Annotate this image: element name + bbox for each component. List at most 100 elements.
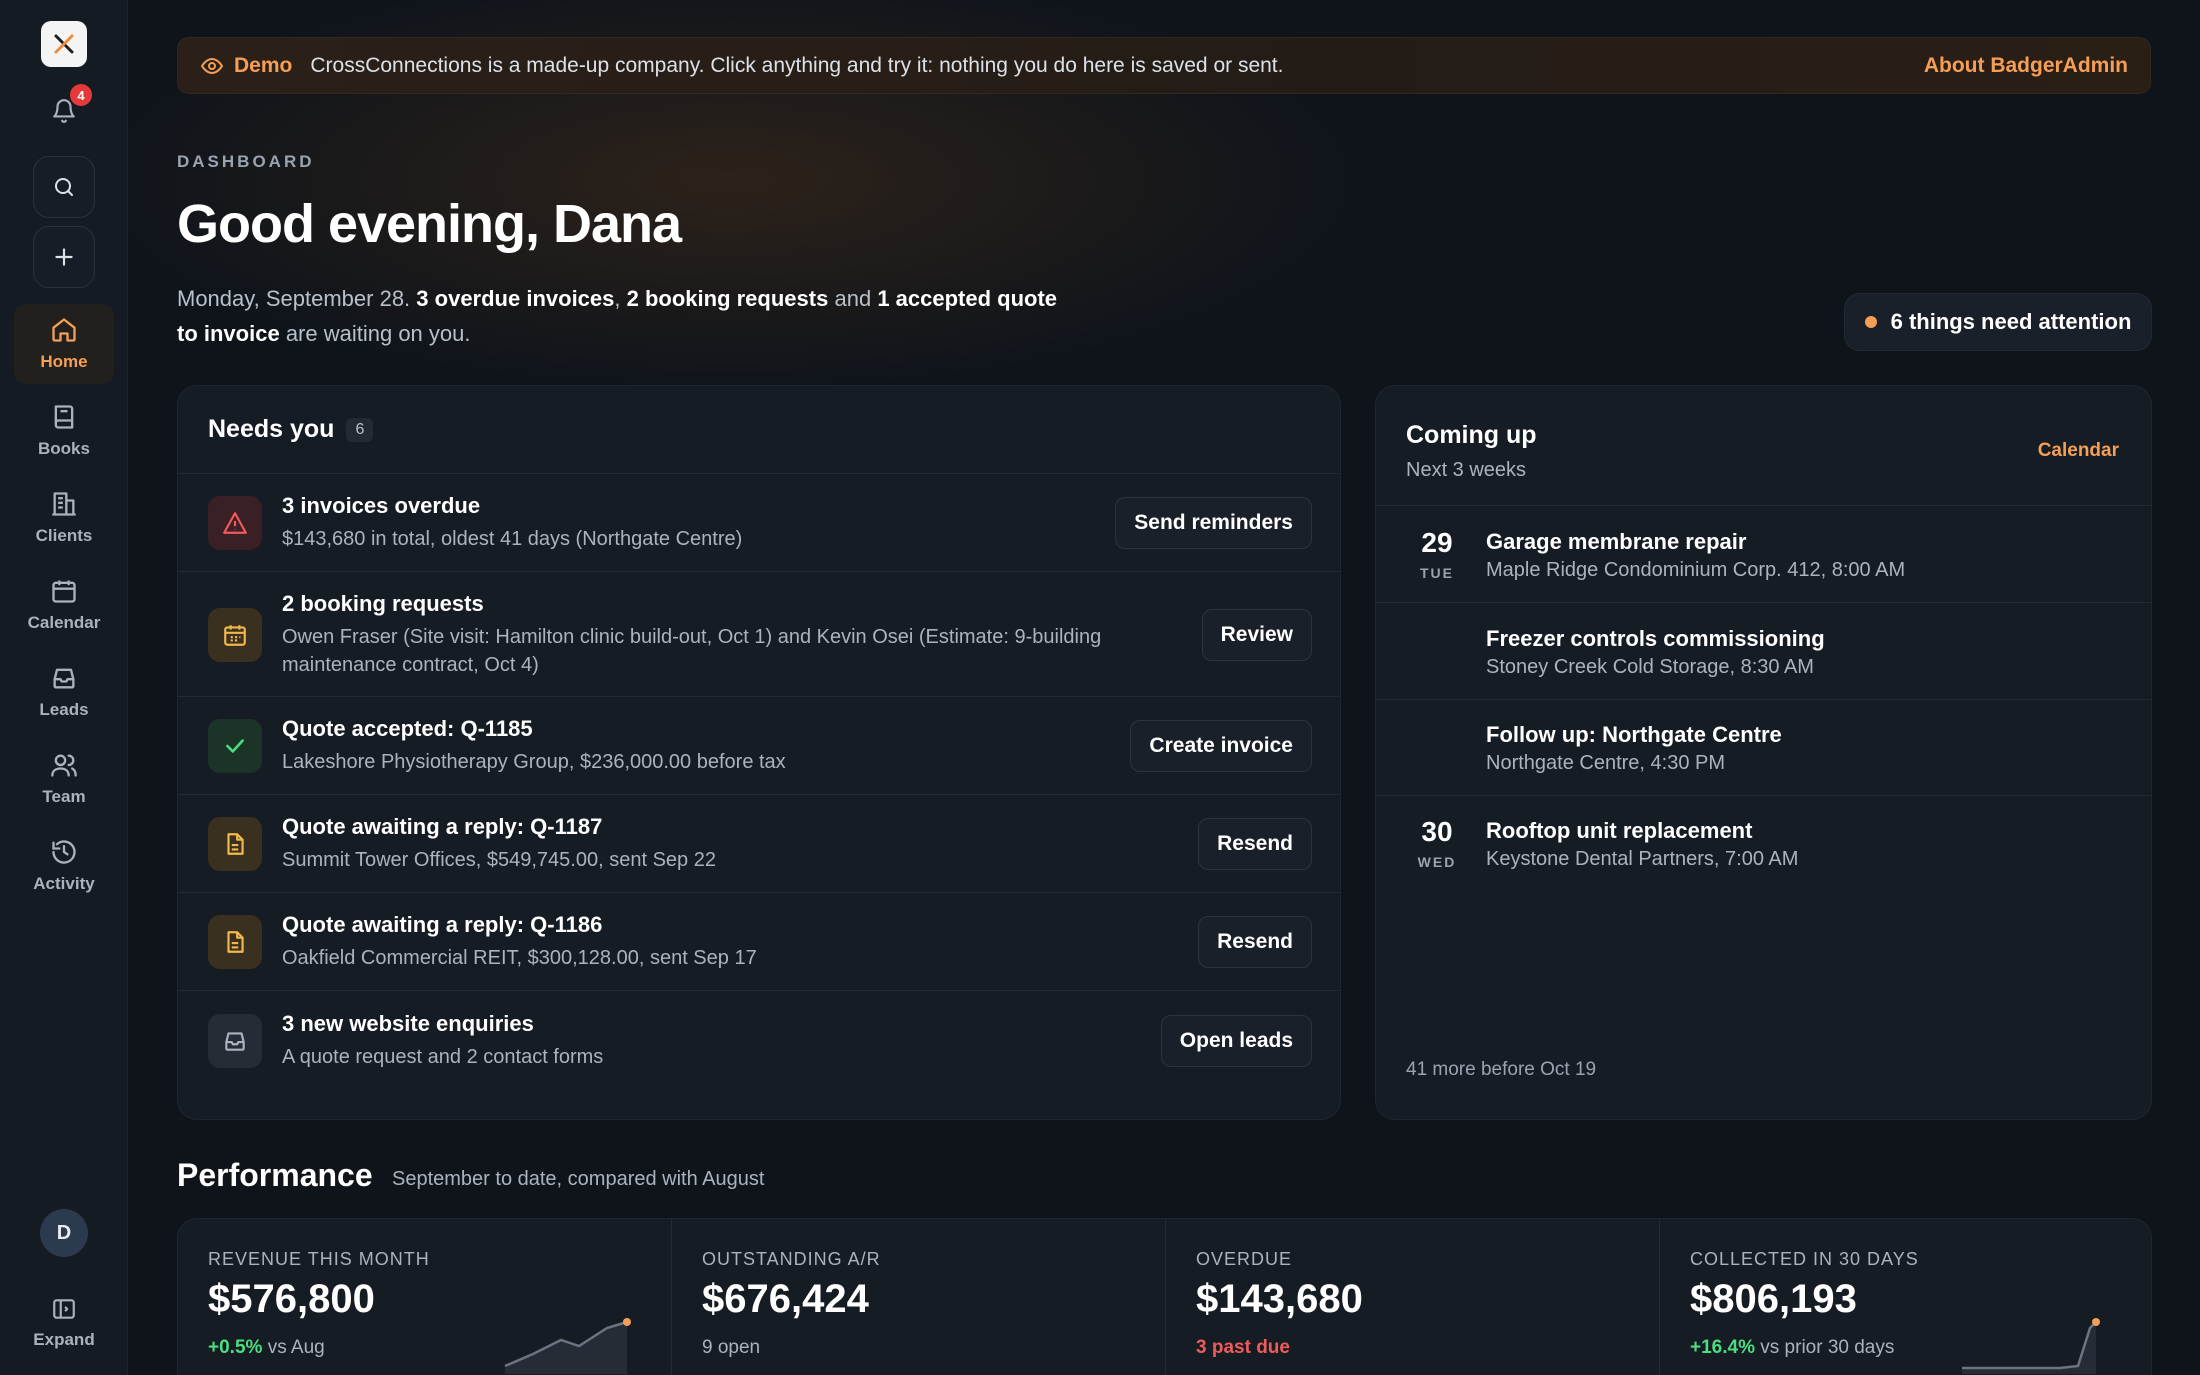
- event-title: Garage membrane repair: [1486, 529, 1747, 554]
- sidebar-item-label: Team: [42, 787, 86, 806]
- item-title: 3 new website enquiries: [282, 1010, 534, 1036]
- kpi-collected[interactable]: COLLECTED IN 30 DAYS $806,193 +16.4% vs …: [1660, 1219, 2151, 1375]
- kpi-overdue[interactable]: OVERDUE $143,680 3 past due: [1166, 1219, 1660, 1375]
- kpi-delta: +16.4%: [1690, 1337, 1755, 1358]
- sidebar-item-books[interactable]: Books: [14, 391, 114, 471]
- avatar[interactable]: D: [40, 1209, 88, 1257]
- summary-date: Monday, September 28.: [177, 286, 411, 311]
- home-icon: [52, 318, 76, 342]
- search-icon: [55, 178, 73, 196]
- kpi-value: $806,193: [1690, 1277, 1857, 1321]
- calendar-link[interactable]: Calendar: [2038, 440, 2119, 462]
- summary-text: Monday, September 28. 3 overdue invoices…: [177, 286, 1058, 346]
- kpi-outstanding[interactable]: OUTSTANDING A/R $676,424 9 open: [672, 1219, 1166, 1375]
- alert-icon: [208, 496, 262, 550]
- coming-up-title: Coming up: [1406, 421, 1537, 449]
- item-title: Quote awaiting a reply: Q-1186: [282, 912, 603, 937]
- sidebar-item-team[interactable]: Team: [14, 739, 114, 819]
- event-date: 29 TUE: [1406, 527, 1468, 581]
- item-title: Quote accepted: Q-1185: [282, 716, 533, 741]
- event-item[interactable]: Follow up: Northgate Centre Northgate Ce…: [1376, 700, 2151, 796]
- event-date: 30 WED: [1406, 816, 1468, 870]
- kpi-footer: +16.4% vs prior 30 days: [1690, 1337, 1894, 1359]
- needs-you-card: Needs you 6 3 invoices overdue $143,680 …: [177, 385, 1341, 1120]
- event-weekday: TUE: [1420, 565, 1454, 581]
- attention-label: 6 things need attention: [1890, 309, 2132, 334]
- resend-button[interactable]: Resend: [1198, 916, 1312, 968]
- kpi-value: $143,680: [1196, 1277, 1363, 1321]
- kpi-revenue[interactable]: REVENUE THIS MONTH $576,800 +0.5% vs Aug: [178, 1219, 672, 1375]
- event-item[interactable]: Freezer controls commissioning Stoney Cr…: [1376, 604, 2151, 700]
- sidebar-item-clients[interactable]: Clients: [14, 478, 114, 558]
- more-events-link[interactable]: 41 more before Oct 19: [1406, 1059, 1596, 1081]
- open-leads-button[interactable]: Open leads: [1160, 1014, 1312, 1067]
- document-icon: [208, 817, 262, 871]
- item-subtitle: Oakfield Commercial REIT, $300,128.00, s…: [282, 947, 757, 969]
- event-subtitle: Stoney Creek Cold Storage, 8:30 AM: [1486, 656, 1814, 678]
- kpi-footer: 9 open: [702, 1337, 760, 1359]
- event-subtitle: Maple Ridge Condominium Corp. 412, 8:00 …: [1486, 559, 1906, 581]
- page-eyebrow: DASHBOARD: [177, 152, 315, 171]
- item-subtitle: A quote request and 2 contact forms: [282, 1045, 604, 1068]
- document-icon: [208, 915, 262, 969]
- sidebar-item-home[interactable]: Home: [14, 304, 114, 384]
- sidebar-item-label: Calendar: [27, 613, 101, 632]
- sidebar-item-activity[interactable]: Activity: [14, 826, 114, 906]
- event-item[interactable]: 29 TUE Garage membrane repair Maple Ridg…: [1376, 507, 2151, 603]
- inbox-icon: [208, 1013, 262, 1068]
- event-item[interactable]: 30 WED Rooftop unit replacement Keystone…: [1376, 796, 2151, 892]
- history-icon: [52, 840, 76, 864]
- event-subtitle: Northgate Centre, 4:30 PM: [1486, 752, 1726, 774]
- summary-bookings: 2 booking requests: [626, 286, 829, 311]
- needs-you-count: 6: [346, 417, 374, 442]
- kpi-footnote: vs Aug: [267, 1337, 325, 1358]
- calendar-icon: [208, 607, 262, 662]
- list-item: 2 booking requests Owen Fraser (Site vis…: [178, 573, 1340, 697]
- attention-dot: [1864, 316, 1877, 328]
- kpi-value: $576,800: [208, 1277, 375, 1321]
- performance-card: REVENUE THIS MONTH $576,800 +0.5% vs Aug…: [177, 1218, 2152, 1375]
- list-item: Quote accepted: Q-1185 Lakeshore Physiot…: [178, 698, 1340, 795]
- item-title: Quote awaiting a reply: Q-1187: [282, 814, 603, 839]
- book-icon: [54, 405, 74, 429]
- app-logo[interactable]: [41, 21, 87, 67]
- sidebar-item-label: Clients: [35, 526, 93, 545]
- demo-message: CrossConnections is a made-up company. C…: [310, 53, 1284, 77]
- sidebar-item-leads[interactable]: Leads: [14, 652, 114, 732]
- item-title: 2 booking requests: [282, 590, 484, 616]
- sidebar-item-label: Books: [38, 439, 90, 458]
- sidebar-item-label: Activity: [33, 874, 95, 893]
- item-title: 3 invoices overdue: [282, 493, 481, 518]
- page-title: Good evening, Dana: [177, 194, 682, 254]
- send-reminders-button[interactable]: Send reminders: [1115, 497, 1312, 549]
- create-button[interactable]: [33, 226, 95, 288]
- about-link[interactable]: About BadgerAdmin: [1924, 54, 2128, 78]
- summary-connector: and: [834, 286, 872, 311]
- kpi-label: REVENUE THIS MONTH: [208, 1249, 430, 1269]
- needs-you-title: Needs you: [208, 415, 335, 443]
- demo-banner: Demo CrossConnections is a made-up compa…: [177, 37, 2151, 94]
- plus-icon: [55, 248, 73, 266]
- create-invoice-button[interactable]: Create invoice: [1130, 720, 1312, 772]
- kpi-delta: +0.5%: [208, 1337, 263, 1358]
- event-day: 29: [1421, 527, 1453, 558]
- sidebar-item-calendar[interactable]: Calendar: [14, 565, 114, 645]
- expand-sidebar-button[interactable]: Expand: [14, 1288, 114, 1358]
- calendar-icon: [52, 580, 76, 603]
- kpi-footnote: 9 open: [702, 1337, 761, 1358]
- attention-badge[interactable]: 6 things need attention: [1844, 293, 2152, 351]
- kpi-value: $676,424: [702, 1277, 869, 1321]
- kpi-footer: 3 past due: [1196, 1337, 1290, 1359]
- review-button[interactable]: Review: [1201, 608, 1312, 661]
- kpi-delta: 3 past due: [1196, 1337, 1290, 1358]
- item-subtitle: Lakeshore Physiotherapy Group, $236,000.…: [282, 751, 786, 773]
- logo-x-icon: [54, 34, 74, 54]
- list-item: 3 invoices overdue $143,680 in total, ol…: [178, 475, 1340, 572]
- resend-button[interactable]: Resend: [1198, 818, 1312, 870]
- list-item: Quote awaiting a reply: Q-1187 Summit To…: [178, 796, 1340, 893]
- sidebar-item-label: Leads: [39, 700, 89, 719]
- search-button[interactable]: [33, 156, 95, 218]
- item-subtitle: Owen Fraser (Site visit: Hamilton clinic…: [282, 625, 1102, 676]
- coming-up-card: Coming up Next 3 weeks Calendar 29 TUE G…: [1375, 385, 2152, 1120]
- notification-badge: 4: [70, 84, 92, 106]
